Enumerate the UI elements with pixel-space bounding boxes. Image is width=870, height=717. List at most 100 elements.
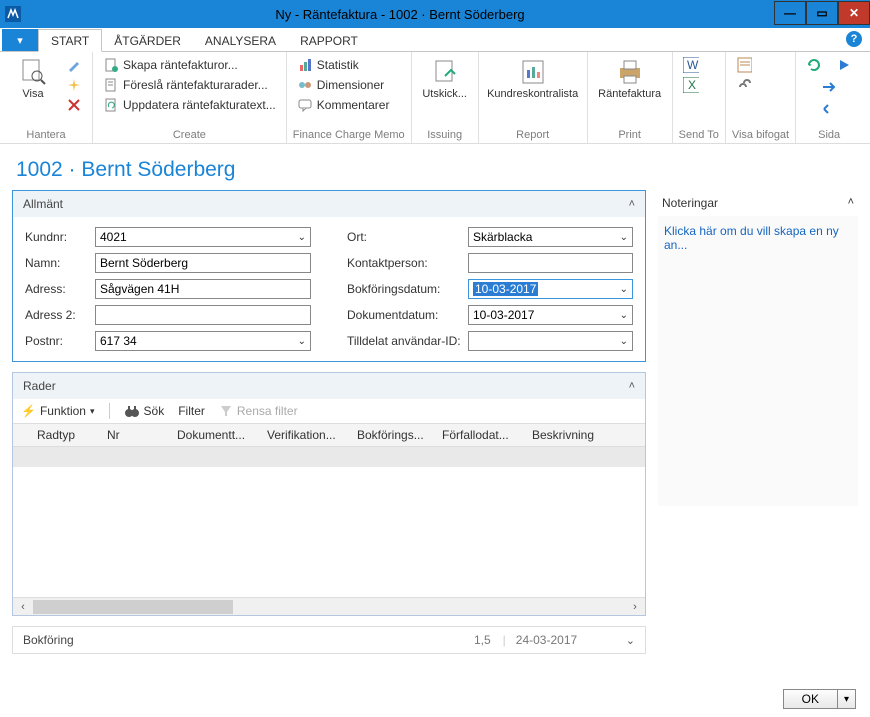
group-label-create: Create (99, 127, 280, 143)
next-button[interactable] (832, 56, 856, 74)
uppdatera-text-button[interactable]: Uppdatera räntefakturatext... (99, 96, 280, 114)
kommentarer-button[interactable]: Kommentarer (293, 96, 394, 114)
notes-button[interactable] (732, 56, 756, 74)
fasttab-bokforing[interactable]: Bokföring 1,5 | 24-03-2017 ⌄ (12, 626, 646, 654)
label-adress: Adress: (25, 282, 89, 296)
ribbon-group-memo: Statistik Dimensioner Kommentarer Financ… (287, 52, 412, 143)
ribbon-group-sendto: W X Send To (673, 52, 726, 143)
sok-button[interactable]: Sök (124, 404, 165, 418)
edit-button[interactable] (62, 56, 86, 74)
ribbon: Visa Hantera Skapa räntefakturor... Före… (0, 52, 870, 144)
close-button[interactable]: ✕ (838, 1, 870, 25)
collapse-icon: ˄ (848, 196, 854, 210)
label-tilldelat: Tilldelat användar-ID: (347, 334, 462, 348)
fasttab-allmant-header[interactable]: Allmänt ˄ (13, 191, 645, 217)
visa-button[interactable]: Visa (6, 56, 60, 127)
group-label-visabifogat: Visa bifogat (732, 127, 789, 143)
svg-text:X: X (688, 78, 696, 92)
col-radtyp[interactable]: Radtyp (31, 424, 101, 446)
ok-dropdown[interactable]: ▾ (838, 689, 856, 709)
col-beskrivning[interactable]: Beskrivning (526, 424, 645, 446)
label-adress2: Adress 2: (25, 308, 89, 322)
bolt-icon: ⚡ (21, 404, 36, 418)
tab-rapport[interactable]: RAPPORT (288, 30, 370, 51)
chevron-down-icon: ⌄ (626, 634, 635, 647)
tab-atgarder[interactable]: ÅTGÄRDER (102, 30, 193, 51)
sendto-word-button[interactable]: W (679, 56, 703, 74)
rensa-filter-button[interactable]: Rensa filter (219, 404, 298, 418)
postnr-field[interactable]: 617 34⌄ (95, 331, 311, 351)
nav-prev-button[interactable] (817, 100, 841, 118)
arrow-left-icon (821, 101, 837, 117)
utskick-button[interactable]: Utskick... (418, 56, 472, 127)
adress-field[interactable]: Sågvägen 41H (95, 279, 311, 299)
links-button[interactable] (732, 76, 756, 94)
new-button[interactable] (62, 76, 86, 94)
scroll-thumb[interactable] (33, 600, 233, 614)
sendto-excel-button[interactable]: X (679, 76, 703, 94)
create-note-link[interactable]: Klicka här om du vill skapa en ny an... (664, 224, 839, 252)
adress2-field[interactable] (95, 305, 311, 325)
tab-analysera[interactable]: ANALYSERA (193, 30, 288, 51)
ribbon-group-hantera: Visa Hantera (0, 52, 93, 143)
ribbon-group-visabifogat: Visa bifogat (726, 52, 796, 143)
statistik-button[interactable]: Statistik (293, 56, 394, 74)
bokforing-value1: 1,5 (474, 633, 491, 647)
group-label-report: Report (485, 127, 581, 143)
kundreskontra-button[interactable]: Kundreskontralista (485, 56, 581, 127)
scroll-right-button[interactable]: › (625, 601, 645, 613)
bottom-bar: OK ▾ (783, 689, 856, 709)
col-nr[interactable]: Nr (101, 424, 171, 446)
grid-header: Radtyp Nr Dokumentt... Verifikation... B… (13, 423, 645, 447)
maximize-button[interactable]: ▭ (806, 1, 838, 25)
scroll-track[interactable] (33, 600, 625, 614)
ort-field[interactable]: Skärblacka⌄ (468, 227, 633, 247)
pencil-icon (66, 57, 82, 73)
funktion-menu[interactable]: ⚡ Funktion ▾ (21, 404, 95, 418)
namn-field[interactable]: Bernt Söderberg (95, 253, 311, 273)
notes-header[interactable]: Noteringar ˄ (658, 190, 858, 216)
col-bokforings[interactable]: Bokförings... (351, 424, 436, 446)
nav-next-button[interactable] (817, 78, 841, 96)
word-icon: W (683, 57, 699, 73)
ribbon-group-sida: Sida (796, 52, 862, 143)
skapa-rantefakturor-button[interactable]: Skapa räntefakturor... (99, 56, 280, 74)
chevron-down-icon: ⌄ (620, 232, 628, 243)
horizontal-scrollbar[interactable]: ‹ › (13, 597, 645, 615)
ok-button[interactable]: OK (783, 689, 838, 709)
fasttab-rader: Rader ˄ ⚡ Funktion ▾ Sök Filter Rensa fi… (12, 372, 646, 616)
filter-button[interactable]: Filter (178, 404, 205, 418)
collapse-icon: ˄ (629, 380, 635, 392)
grid-body[interactable] (13, 447, 645, 597)
scroll-left-button[interactable]: ‹ (13, 601, 33, 613)
label-namn: Namn: (25, 256, 89, 270)
chevron-down-icon: ⌄ (298, 336, 306, 347)
foresla-rader-button[interactable]: Föreslå räntefakturarader... (99, 76, 280, 94)
fasttab-rader-header[interactable]: Rader ˄ (13, 373, 645, 399)
rantefaktura-print-button[interactable]: Räntefaktura (594, 56, 666, 127)
printer-icon (614, 58, 646, 86)
tilldelat-field[interactable]: ⌄ (468, 331, 633, 351)
minimize-button[interactable]: — (774, 1, 806, 25)
bokforingsdatum-field[interactable]: 10-03-2017⌄ (468, 279, 633, 299)
rantefaktura-print-label: Räntefaktura (598, 88, 661, 100)
tab-start[interactable]: START (38, 29, 102, 52)
col-verifikation[interactable]: Verifikation... (261, 424, 351, 446)
help-icon[interactable]: ? (846, 31, 862, 47)
chevron-down-icon: ⌄ (620, 336, 628, 347)
delete-button[interactable] (62, 96, 86, 114)
col-dokument[interactable]: Dokumentt... (171, 424, 261, 446)
file-tab[interactable]: ▾ (2, 29, 38, 51)
notes-body: Klicka här om du vill skapa en ny an... (658, 216, 858, 506)
dimensioner-button[interactable]: Dimensioner (293, 76, 394, 94)
dokumentdatum-field[interactable]: 10-03-2017⌄ (468, 305, 633, 325)
kundreskontra-label: Kundreskontralista (487, 88, 578, 100)
doc-refresh-icon (103, 97, 119, 113)
empty-row[interactable] (13, 447, 645, 467)
comment-icon (297, 97, 313, 113)
kundnr-field[interactable]: 4021⌄ (95, 227, 311, 247)
label-ort: Ort: (347, 230, 462, 244)
refresh-button[interactable] (802, 56, 826, 74)
kontakt-field[interactable] (468, 253, 633, 273)
col-forfallo[interactable]: Förfallodat... (436, 424, 526, 446)
